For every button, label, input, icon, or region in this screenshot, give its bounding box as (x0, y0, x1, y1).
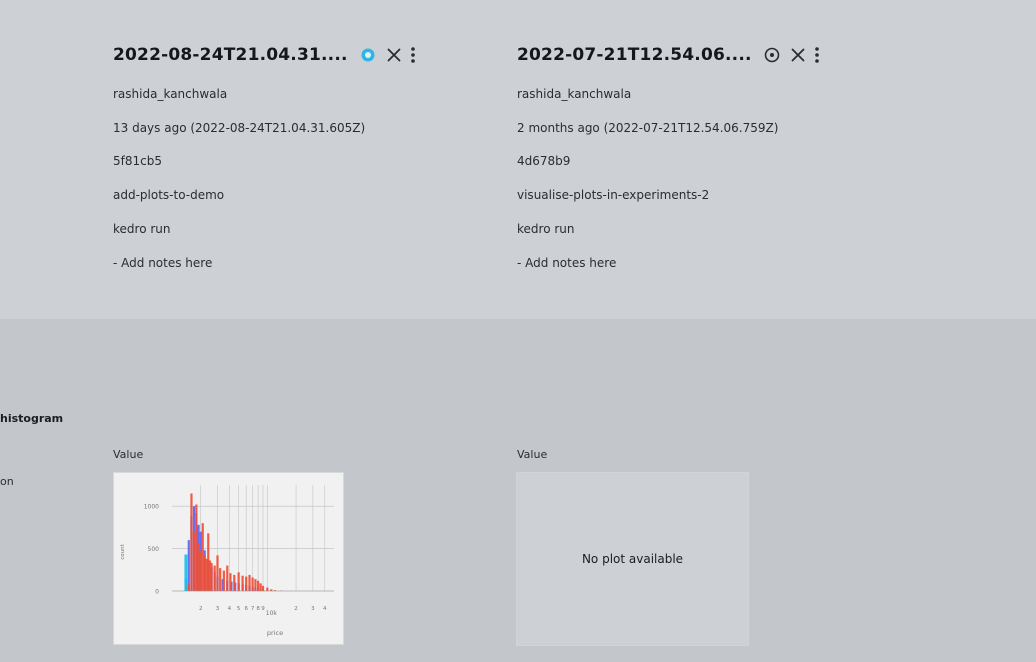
x-tick-label: 6 (244, 606, 248, 612)
run-timestamp: 13 days ago (2022-08-24T21.04.31.605Z) (113, 121, 366, 135)
histogram-bar (190, 493, 193, 591)
histogram-bar (226, 565, 229, 591)
run-author: rashida_kanchwala (113, 87, 228, 101)
histogram-bar (245, 576, 248, 591)
run-notes[interactable]: - Add notes here (517, 255, 616, 271)
run-git-sha: 4d678b9 (517, 154, 571, 168)
histogram-bar (184, 554, 188, 591)
histogram-bar (216, 555, 219, 591)
no-plot-placeholder: No plot available (516, 472, 749, 646)
run-header: 2022-08-24T21.04.31.... (113, 43, 418, 67)
histogram-bar (213, 565, 216, 591)
plot-row-label: on (0, 475, 14, 488)
x-tick-label: 10k (266, 610, 278, 617)
run-branch: visualise-plots-in-experiments-2 (517, 188, 710, 202)
histogram-bar (257, 580, 260, 591)
y-tick-label: 1000 (144, 504, 159, 511)
x-tick-label: 4 (228, 606, 232, 612)
close-icon[interactable] (386, 47, 402, 63)
x-tick-label: 3 (311, 606, 315, 612)
x-tick-label: 5 (237, 606, 241, 612)
histogram-bar (251, 577, 254, 591)
x-tick-label: 2 (294, 606, 298, 612)
histogram-bar (192, 531, 196, 591)
run-notes[interactable]: - Add notes here (113, 255, 212, 271)
histogram-bar (233, 574, 236, 591)
run-command: kedro run (113, 222, 171, 236)
x-tick-label: 7 (251, 606, 255, 612)
x-axis-label: price (267, 629, 283, 637)
x-tick-label: 9 (261, 606, 265, 612)
histogram-bar (195, 504, 198, 591)
histogram-bar (266, 587, 269, 591)
histogram-bar (254, 579, 257, 591)
run-git-sha: 5f81cb5 (113, 154, 162, 168)
y-tick-label: 500 (148, 546, 160, 553)
run-metadata-panel: 2022-08-24T21.04.31.... rashida_kanchwal… (0, 0, 1036, 319)
histogram-bar (197, 543, 200, 591)
run-header: 2022-07-21T12.54.06.... (517, 43, 822, 67)
plots-panel: histogram on Value Value 0 500 1000 2 3 4 5 6 7 8… (0, 319, 1036, 662)
run-command: kedro run (517, 222, 575, 236)
histogram-bar (248, 574, 251, 591)
y-axis-label: count (120, 543, 126, 559)
value-header: Value (113, 448, 144, 461)
run-author: rashida_kanchwala (517, 87, 632, 101)
histogram-chart: 050010002 3 4 5 6 7 8 910k2 3 4pricecount (120, 485, 334, 637)
x-tick-label: 2 (199, 606, 203, 612)
unpinned-run-icon[interactable] (764, 47, 780, 63)
histogram-bar (237, 572, 240, 591)
run-branch: add-plots-to-demo (113, 188, 225, 202)
histogram-plot-thumbnail[interactable]: 0 500 1000 2 3 4 5 6 7 8 9 10k 2 3 4 price count (113, 472, 344, 645)
no-plot-text: No plot available (581, 552, 684, 566)
histogram-bar (187, 540, 190, 591)
x-tick-label: 3 (216, 606, 220, 612)
histogram-bar (261, 585, 265, 591)
run-title[interactable]: 2022-07-21T12.54.06.... (517, 45, 752, 65)
histogram-bar (241, 575, 244, 591)
histogram-bar (201, 523, 204, 591)
more-options-icon[interactable] (812, 46, 822, 64)
x-tick-label: 8 (256, 606, 260, 612)
run-timestamp: 2 months ago (2022-07-21T12.54.06.759Z) (517, 121, 779, 135)
histogram-bar (219, 568, 222, 591)
more-options-icon[interactable] (408, 46, 418, 64)
value-header: Value (517, 448, 548, 461)
close-icon[interactable] (790, 47, 806, 63)
pinned-run-icon[interactable] (360, 47, 376, 63)
plots-section-title[interactable]: histogram (0, 412, 63, 425)
histogram-bar (259, 583, 262, 591)
x-tick-label: 4 (323, 606, 327, 612)
histogram-bar (187, 584, 190, 591)
histogram-bar (229, 573, 232, 591)
histogram-bar (210, 563, 213, 591)
y-tick-label: 0 (155, 589, 159, 596)
run-title[interactable]: 2022-08-24T21.04.31.... (113, 45, 348, 65)
histogram-bar (199, 551, 202, 591)
histogram-bar (222, 570, 225, 591)
